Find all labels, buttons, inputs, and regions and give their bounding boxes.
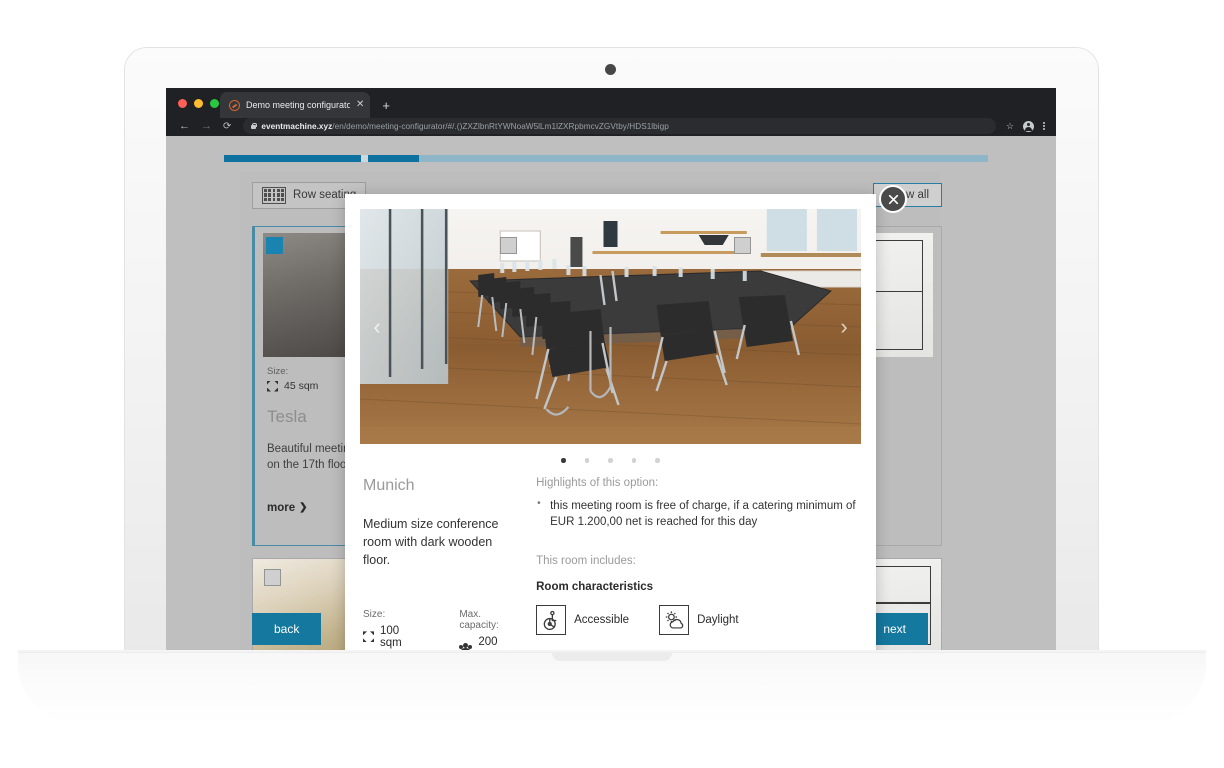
room-select-checkbox[interactable] [500,237,517,254]
carousel-prev-button[interactable]: ‹ [364,314,390,340]
laptop-mockup: Demo meeting configurator for ✕ + ← → ⟳ … [0,0,1224,768]
room-info-column: Munich Medium size conference room with … [363,476,516,651]
site-favicon-icon [229,99,240,111]
modal-room-description: Medium size conference room with dark wo… [363,516,499,567]
modal-size-label: Size: [363,608,386,620]
characteristics-heading: Room characteristics [536,581,654,594]
modal-body: Munich Medium size conference room with … [345,463,876,652]
address-bar[interactable]: eventmachine.xyz/en/demo/meeting-configu… [243,118,996,134]
lock-icon [251,123,258,129]
modal-size-value-row: 100 sqm [363,625,417,649]
new-tab-button[interactable]: + [382,98,390,113]
room-highlights-column: Highlights of this option: this meeting … [536,477,858,652]
room-image-carousel[interactable]: ‹ › [360,209,861,444]
characteristics-list: Accessible Daylight [536,605,858,636]
forward-icon[interactable]: → [201,120,212,132]
daylight-icon [659,605,690,636]
highlights-list: this meeting room is free of charge, if … [536,497,858,531]
close-modal-button[interactable] [879,185,907,213]
daylight-label: Daylight [697,614,739,627]
browser-tab[interactable]: Demo meeting configurator for ✕ [220,92,371,118]
laptop-base [18,652,1206,724]
laptop-base-notch [552,652,672,661]
carousel-dot[interactable] [655,458,660,463]
modal-size-value: 100 sqm [380,624,402,649]
highlight-item: this meeting room is free of charge, if … [537,497,858,531]
url-domain: eventmachine.xyz [261,121,333,131]
carousel-dot[interactable] [584,458,590,463]
tab-strip: Demo meeting configurator for ✕ + [220,92,390,118]
modal-capacity-value-row: 200 pax [459,636,516,651]
tab-title: Demo meeting configurator for [246,100,350,110]
carousel-next-button[interactable]: › [831,314,857,340]
close-window-button[interactable] [178,99,187,108]
modal-capacity-block: Max. capacity: 200 pax [459,609,516,651]
minimize-window-button[interactable] [194,99,203,108]
url-text: eventmachine.xyz/en/demo/meeting-configu… [261,122,668,131]
page-viewport: Row seating Show all Size: 45 sqm Tesla [166,136,1056,651]
carousel-dot[interactable] [561,458,566,463]
reload-icon[interactable]: ⟳ [223,121,231,132]
accessible-label: Accessible [574,614,630,627]
browser-toolbar: ← → ⟳ eventmachine.xyz/en/demo/meeting-c… [166,116,1056,136]
highlights-heading: Highlights of this option: [536,476,659,489]
bookmark-star-icon[interactable]: ☆ [1006,121,1014,132]
navigation-buttons: ← → ⟳ [179,120,231,132]
size-icon [363,631,374,643]
room-select-checkbox[interactable] [734,237,751,254]
url-path: /en/demo/meeting-configurator/#/.()ZXZlb… [332,121,669,131]
close-tab-icon[interactable]: ✕ [356,100,364,110]
includes-heading: This room includes: [536,555,636,568]
room-detail-modal: ‹ › Munich Medium size conference room w… [345,194,876,651]
browser-window: Demo meeting configurator for ✕ + ← → ⟳ … [166,88,1056,651]
browser-chrome: Demo meeting configurator for ✕ + ← → ⟳ … [166,88,1056,136]
maximize-window-button[interactable] [210,99,219,108]
back-icon[interactable]: ← [179,120,190,132]
browser-menu-icon[interactable] [1043,121,1045,131]
characteristic-accessible: Accessible [536,605,630,636]
window-controls[interactable] [178,99,219,108]
carousel-image [360,209,861,444]
carousel-dot[interactable] [631,458,637,463]
close-icon [888,194,898,204]
characteristic-daylight: Daylight [659,605,739,636]
modal-capacity-value: 200 pax [478,635,498,651]
laptop-camera-icon [605,64,616,75]
accessible-icon [536,605,567,636]
room-detail-modal-overlay: ‹ › Munich Medium size conference room w… [166,136,1056,651]
modal-size-block: Size: 100 sqm [363,609,417,651]
profile-avatar-icon[interactable] [1023,120,1034,132]
room-select-checkbox[interactable] [264,569,281,586]
modal-capacity-label: Max. capacity: [459,608,499,631]
carousel-dot[interactable] [608,458,613,463]
room-select-checkbox[interactable] [266,237,283,254]
modal-room-title: Munich [363,476,415,494]
modal-room-meta: Size: 100 sqm Max. capacity: 200 [363,609,516,651]
toolbar-icons: ☆ [1006,120,1045,132]
